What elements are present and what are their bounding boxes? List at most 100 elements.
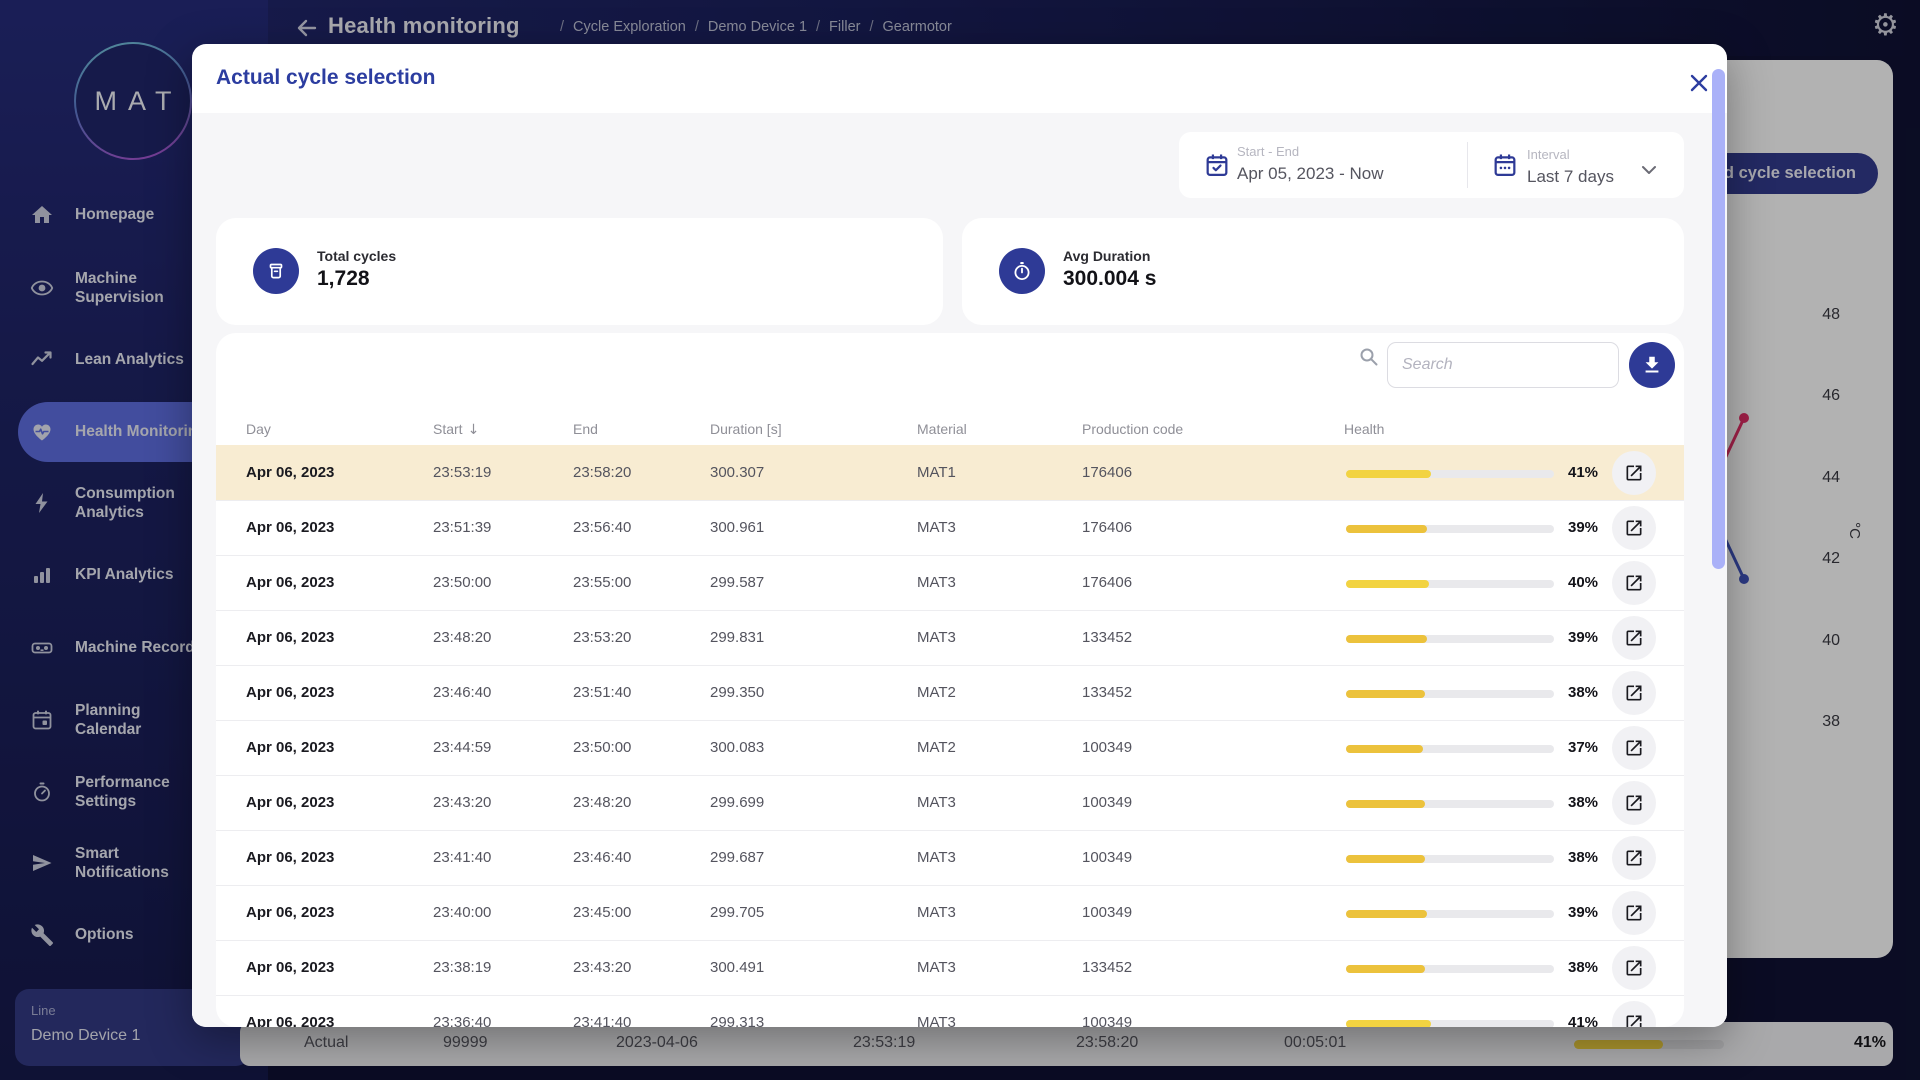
chevron-down-icon[interactable] bbox=[1641, 162, 1657, 180]
table-row[interactable]: Apr 06, 2023 23:53:19 23:58:20 300.307 M… bbox=[216, 445, 1684, 500]
cell-start: 23:51:39 bbox=[433, 519, 491, 536]
table-row[interactable]: Apr 06, 2023 23:44:59 23:50:00 300.083 M… bbox=[216, 720, 1684, 775]
close-icon[interactable] bbox=[1688, 72, 1710, 94]
table-row[interactable]: Apr 06, 2023 23:36:40 23:41:40 299.313 M… bbox=[216, 995, 1684, 1027]
column-health[interactable]: Health bbox=[1344, 421, 1384, 437]
health-bar-fill bbox=[1346, 690, 1425, 698]
open-cycle-button[interactable] bbox=[1612, 1001, 1656, 1027]
cell-production-code: 100349 bbox=[1082, 849, 1132, 866]
column-start[interactable]: Start↓ bbox=[433, 421, 479, 438]
search-input[interactable] bbox=[1387, 342, 1619, 388]
open-cycle-button[interactable] bbox=[1612, 616, 1656, 660]
cell-end: 23:43:20 bbox=[573, 959, 631, 976]
avg-duration-value: 300.004 s bbox=[1063, 267, 1156, 291]
cell-material: MAT3 bbox=[917, 849, 956, 866]
actual-cycle-selection-modal: Actual cycle selection Start - End Apr 0… bbox=[192, 44, 1727, 1027]
health-bar bbox=[1346, 525, 1554, 533]
modal-body: Start - End Apr 05, 2023 - Now Interval … bbox=[192, 113, 1727, 1027]
column-day[interactable]: Day bbox=[246, 421, 271, 437]
health-bar bbox=[1346, 745, 1554, 753]
cell-health-percent: 38% bbox=[1568, 849, 1598, 866]
health-bar bbox=[1346, 800, 1554, 808]
health-bar bbox=[1346, 690, 1554, 698]
table-row[interactable]: Apr 06, 2023 23:40:00 23:45:00 299.705 M… bbox=[216, 885, 1684, 940]
cell-end: 23:53:20 bbox=[573, 629, 631, 646]
cell-production-code: 100349 bbox=[1082, 739, 1132, 756]
open-cycle-button[interactable] bbox=[1612, 451, 1656, 495]
total-cycles-value: 1,728 bbox=[317, 267, 370, 291]
column-material[interactable]: Material bbox=[917, 421, 967, 437]
column-end[interactable]: End bbox=[573, 421, 598, 437]
cell-day: Apr 06, 2023 bbox=[246, 1014, 334, 1027]
avg-duration-card: Avg Duration 300.004 s bbox=[962, 218, 1684, 325]
cell-start: 23:40:00 bbox=[433, 904, 491, 921]
cell-day: Apr 06, 2023 bbox=[246, 959, 334, 976]
cell-material: MAT2 bbox=[917, 739, 956, 756]
cell-health-percent: 39% bbox=[1568, 519, 1598, 536]
cell-end: 23:50:00 bbox=[573, 739, 631, 756]
open-cycle-button[interactable] bbox=[1612, 506, 1656, 550]
archive-icon bbox=[253, 248, 299, 294]
cell-material: MAT2 bbox=[917, 684, 956, 701]
cell-day: Apr 06, 2023 bbox=[246, 904, 334, 921]
health-bar bbox=[1346, 580, 1554, 588]
open-cycle-button[interactable] bbox=[1612, 726, 1656, 770]
date-range-label: Start - End bbox=[1237, 144, 1299, 159]
cell-health-percent: 37% bbox=[1568, 739, 1598, 756]
open-cycle-button[interactable] bbox=[1612, 891, 1656, 935]
column-duration[interactable]: Duration [s] bbox=[710, 421, 782, 437]
cell-material: MAT3 bbox=[917, 959, 956, 976]
open-cycle-button[interactable] bbox=[1612, 561, 1656, 605]
cell-end: 23:45:00 bbox=[573, 904, 631, 921]
table-row[interactable]: Apr 06, 2023 23:48:20 23:53:20 299.831 M… bbox=[216, 610, 1684, 665]
cell-production-code: 100349 bbox=[1082, 904, 1132, 921]
table-row[interactable]: Apr 06, 2023 23:50:00 23:55:00 299.587 M… bbox=[216, 555, 1684, 610]
open-cycle-button[interactable] bbox=[1612, 946, 1656, 990]
cell-day: Apr 06, 2023 bbox=[246, 739, 334, 756]
cell-duration: 299.699 bbox=[710, 794, 764, 811]
table-row[interactable]: Apr 06, 2023 23:41:40 23:46:40 299.687 M… bbox=[216, 830, 1684, 885]
date-range-value[interactable]: Apr 05, 2023 - Now bbox=[1237, 164, 1383, 184]
health-bar bbox=[1346, 1020, 1554, 1027]
health-bar-fill bbox=[1346, 1020, 1431, 1027]
cell-production-code: 176406 bbox=[1082, 464, 1132, 481]
table-row[interactable]: Apr 06, 2023 23:51:39 23:56:40 300.961 M… bbox=[216, 500, 1684, 555]
download-button[interactable] bbox=[1629, 342, 1675, 388]
cell-health-percent: 39% bbox=[1568, 629, 1598, 646]
table-row[interactable]: Apr 06, 2023 23:38:19 23:43:20 300.491 M… bbox=[216, 940, 1684, 995]
table-row[interactable]: Apr 06, 2023 23:46:40 23:51:40 299.350 M… bbox=[216, 665, 1684, 720]
cell-material: MAT3 bbox=[917, 519, 956, 536]
avg-duration-label: Avg Duration bbox=[1063, 248, 1150, 264]
cell-day: Apr 06, 2023 bbox=[246, 464, 334, 481]
cell-day: Apr 06, 2023 bbox=[246, 629, 334, 646]
cell-end: 23:51:40 bbox=[573, 684, 631, 701]
cell-start: 23:38:19 bbox=[433, 959, 491, 976]
cell-production-code: 100349 bbox=[1082, 794, 1132, 811]
modal-scrollbar[interactable] bbox=[1712, 69, 1725, 569]
open-cycle-button[interactable] bbox=[1612, 781, 1656, 825]
interval-label: Interval bbox=[1527, 147, 1570, 162]
health-bar-fill bbox=[1346, 635, 1427, 643]
cell-material: MAT3 bbox=[917, 629, 956, 646]
cell-end: 23:58:20 bbox=[573, 464, 631, 481]
health-bar-fill bbox=[1346, 855, 1425, 863]
cell-start: 23:53:19 bbox=[433, 464, 491, 481]
column-production-code[interactable]: Production code bbox=[1082, 421, 1183, 437]
health-bar bbox=[1346, 855, 1554, 863]
cell-production-code: 133452 bbox=[1082, 959, 1132, 976]
cell-health-percent: 41% bbox=[1568, 464, 1598, 481]
interval-value[interactable]: Last 7 days bbox=[1527, 167, 1614, 187]
cell-end: 23:46:40 bbox=[573, 849, 631, 866]
health-bar-fill bbox=[1346, 525, 1427, 533]
table-header-row: Day Start↓ End Duration [s] Material Pro… bbox=[216, 415, 1684, 445]
open-cycle-button[interactable] bbox=[1612, 836, 1656, 880]
cell-day: Apr 06, 2023 bbox=[246, 794, 334, 811]
open-cycle-button[interactable] bbox=[1612, 671, 1656, 715]
cell-duration: 300.307 bbox=[710, 464, 764, 481]
cell-duration: 299.587 bbox=[710, 574, 764, 591]
cell-health-percent: 41% bbox=[1568, 1014, 1598, 1027]
modal-title: Actual cycle selection bbox=[216, 66, 435, 90]
table-row[interactable]: Apr 06, 2023 23:43:20 23:48:20 299.699 M… bbox=[216, 775, 1684, 830]
cell-material: MAT3 bbox=[917, 1014, 956, 1027]
health-bar-fill bbox=[1346, 580, 1429, 588]
